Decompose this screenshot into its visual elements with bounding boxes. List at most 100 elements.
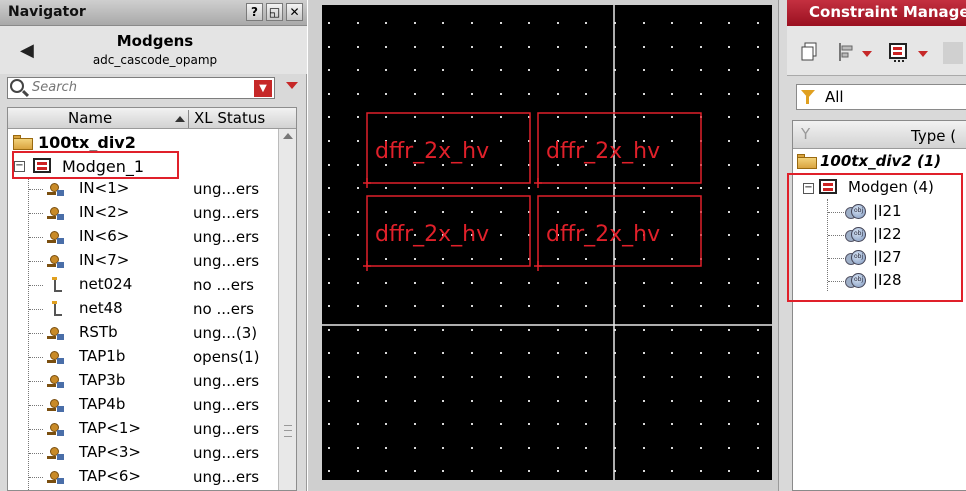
pin-icon [46,469,66,487]
filter-column-icon[interactable]: Y [801,125,810,143]
column-separator[interactable] [188,110,189,128]
row-xl-status: no ...ers [193,276,254,294]
tree-connector [29,309,43,310]
scroll-grip-icon[interactable] [284,425,292,437]
float-button[interactable]: ◱ [266,3,283,21]
pin-icon [46,373,66,391]
pin-icon [46,229,66,247]
navigator-title: Navigator [8,4,86,20]
pin-icon [46,349,66,367]
search-box[interactable]: ▼ [7,77,275,99]
tree-row[interactable]: IN<7> ung...ers [8,249,278,273]
row-name: TAP1b [79,347,126,365]
constraint-filter[interactable]: All [796,84,966,110]
row-xl-status: ung...ers [193,204,260,222]
search-input[interactable] [32,80,252,95]
tree-header: Name XL Status [8,108,296,129]
constraint-toolbar [787,26,966,76]
column-header-xl-status[interactable]: XL Status [194,109,265,127]
modgen-constraint-icon[interactable] [888,42,910,64]
layout-drawing[interactable]: dffr_2x_hv dffr_2x_hv dffr_2x_hv dffr_2x_hv [322,5,772,480]
tree-row[interactable]: net48 no ...ers [8,297,278,321]
row-name: TAP<6> [79,467,141,485]
navigator-panel: Navigator ? ◱ ✕ ◀ Modgens adc_cascode_op… [0,0,307,491]
search-icon [10,79,24,93]
clear-search-icon[interactable]: ▼ [254,80,272,97]
row-xl-status: opens(1) [193,348,260,366]
highlight-box-modgen [12,151,179,179]
copy-icon[interactable] [800,42,820,62]
tree-row[interactable]: IN<1> ung...ers [8,177,278,201]
navigator-cell-name: adc_cascode_opamp [92,53,218,67]
row-name: TAP<3> [79,443,141,461]
tree-row[interactable]: TAP1b opens(1) [8,345,278,369]
folder-open-icon [13,135,33,150]
tree-row[interactable]: TAP<3> ung...ers [8,441,278,465]
constraint-root-row[interactable]: 100tx_div2 (1) [793,151,966,174]
filter-value: All [825,88,844,106]
layout-canvas[interactable]: dffr_2x_hv dffr_2x_hv dffr_2x_hv dffr_2x_hv [322,5,772,480]
row-xl-status: ung...ers [193,252,260,270]
tree-connector [29,357,43,358]
tree-row[interactable]: TAP<1> ung...ers [8,417,278,441]
navigator-header: ◀ Modgens adc_cascode_opamp [0,26,307,74]
align-icon[interactable] [837,42,857,62]
net-icon [48,301,64,319]
tree-row[interactable]: TAP4b ung...ers [8,393,278,417]
instance-label: dffr_2x_hv [546,222,660,247]
tree-connector [29,429,43,430]
constraint-tree-header: Y Type ( [793,121,966,149]
tree-connector [29,261,43,262]
tree-connector [29,285,43,286]
row-name: net48 [79,299,123,317]
instance-label: dffr_2x_hv [375,139,489,164]
pin-icon [46,421,66,439]
tree-connector [29,189,43,190]
row-xl-status: ung...ers [193,396,260,414]
scroll-up-icon[interactable] [283,133,293,139]
column-header-type[interactable]: Type ( [911,127,956,145]
tree-connector [29,213,43,214]
help-button[interactable]: ? [246,3,263,21]
tree-row[interactable]: IN<6> ung...ers [8,225,278,249]
search-options-chevron-icon[interactable] [286,82,298,89]
align-dropdown-chevron-icon[interactable] [861,50,873,58]
constraint-dropdown-chevron-icon[interactable] [917,50,929,58]
more-tools-icon[interactable] [943,42,963,64]
row-name: TAP<1> [79,419,141,437]
folder-open-icon [797,154,817,169]
tree-connector [29,405,43,406]
row-name: IN<6> [79,227,130,245]
row-xl-status: ung...(3) [193,324,258,342]
layout-canvas-area: dffr_2x_hv dffr_2x_hv dffr_2x_hv dffr_2x_hv [308,0,778,491]
tree-scrollbar[interactable] [278,129,296,490]
tree-row[interactable]: IN<2> ung...ers [8,201,278,225]
tree-row[interactable]: net024 no ...ers [8,273,278,297]
column-header-name[interactable]: Name [68,109,112,127]
constraint-manager-titlebar: Constraint Manage [787,0,966,26]
constraint-root-label: 100tx_div2 (1) [820,152,942,170]
highlight-box-constraint [787,173,963,302]
pin-icon [46,325,66,343]
row-xl-status: no ...ers [193,300,254,318]
tree-connector [29,333,43,334]
row-name: RSTb [79,323,118,341]
row-xl-status: ung...ers [193,372,260,390]
tree-row[interactable]: TAP<6> ung...ers [8,465,278,489]
constraint-manager-panel: Constraint Manage All Y Type (100tx_div… [778,0,966,491]
tree-row[interactable]: RSTb ung...(3) [8,321,278,345]
row-name: net024 [79,275,133,293]
navigator-titlebar: Navigator ? ◱ ✕ [0,0,307,26]
row-name: IN<2> [79,203,130,221]
tree-row[interactable]: TAP3b ung...ers [8,369,278,393]
constraint-manager-title: Constraint Manage [809,3,966,21]
pin-icon [46,445,66,463]
net-icon [48,277,64,295]
row-name: IN<1> [79,179,130,197]
close-button[interactable]: ✕ [286,3,303,21]
filter-icon [801,90,815,104]
row-name: TAP3b [79,371,126,389]
back-arrow-icon[interactable]: ◀ [20,40,34,61]
row-xl-status: ung...ers [193,228,260,246]
tree-connector [29,237,43,238]
